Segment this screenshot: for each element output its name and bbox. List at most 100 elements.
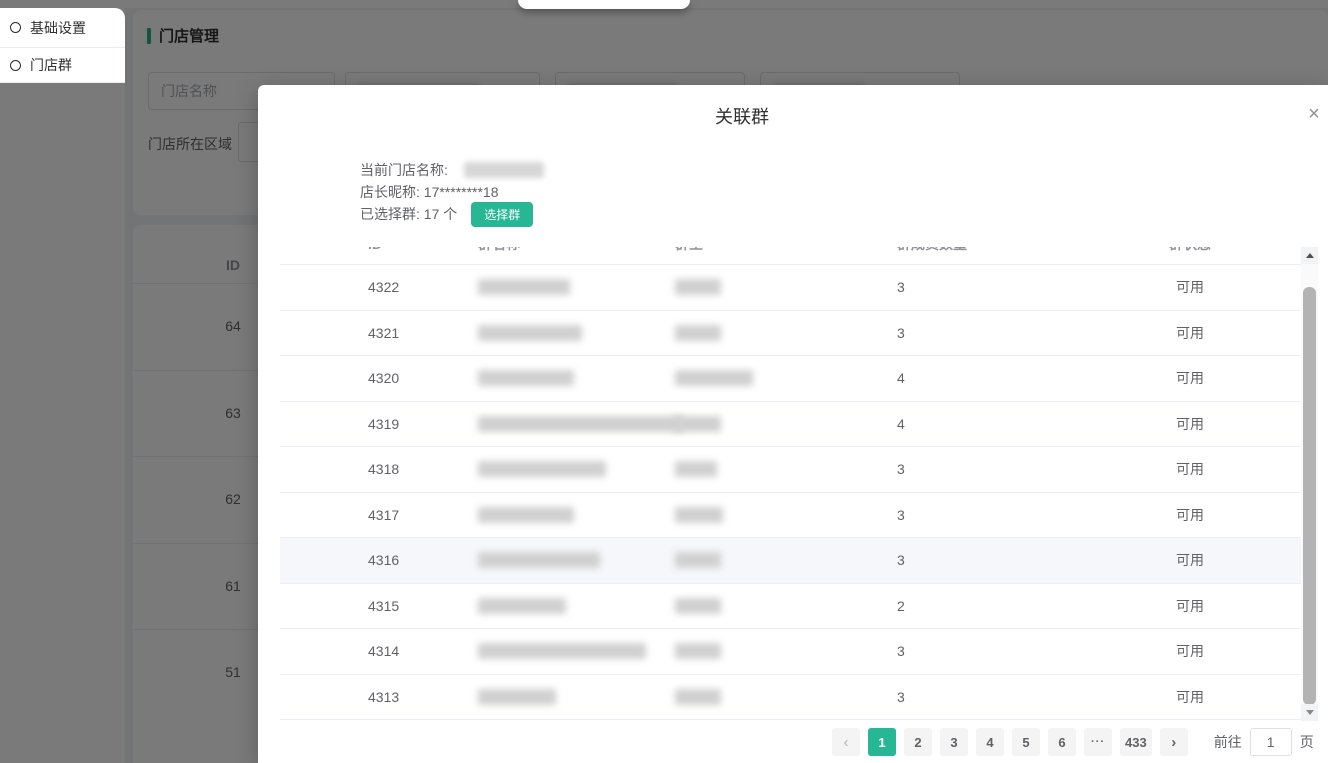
triangle-down-icon: [1305, 710, 1314, 715]
cell-group-id: 4317: [368, 506, 400, 523]
cell-status: 可用: [1176, 552, 1204, 569]
blurred-group-owner: [675, 370, 753, 387]
radio-circle-icon: [10, 59, 21, 71]
page-button-1[interactable]: 1: [868, 728, 896, 756]
blurred-group-name: [478, 370, 574, 387]
scroll-down-button[interactable]: [1301, 704, 1318, 721]
blurred-group-name: [478, 461, 606, 478]
cell-group-id: 4318: [368, 461, 400, 478]
group-table-row[interactable]: 4319 4 可用: [280, 402, 1301, 447]
table-scrollbar[interactable]: [1301, 247, 1318, 721]
blurred-group-name: [478, 552, 600, 569]
group-table-row[interactable]: 4317 3 可用: [280, 493, 1301, 538]
cell-group-id: 4313: [368, 688, 400, 705]
group-table-header-clipped: ID 群名称 群主 群成员数量 群状态: [280, 247, 1301, 265]
scrollbar-thumb[interactable]: [1303, 287, 1316, 705]
cell-group-id: 4315: [368, 597, 400, 614]
header-id: ID: [368, 247, 382, 251]
cell-group-id: 4322: [368, 279, 400, 296]
selected-groups-label: 已选择群: 17 个: [360, 206, 458, 222]
close-icon[interactable]: ×: [1301, 101, 1327, 127]
cell-member-count: 3: [897, 643, 905, 660]
cell-member-count: 4: [897, 415, 905, 432]
selected-groups-line: 已选择群: 17 个 选择群: [360, 201, 544, 227]
manager-nickname-label: 店长昵称: 17********18: [360, 184, 499, 200]
page-button-4[interactable]: 4: [976, 728, 1004, 756]
blurred-group-name: [478, 688, 556, 705]
more-pages-button[interactable]: ···: [1084, 728, 1112, 756]
blurred-group-owner: [675, 461, 717, 478]
cell-group-id: 4314: [368, 643, 400, 660]
cell-status: 可用: [1176, 279, 1204, 296]
page-button-2[interactable]: 2: [904, 728, 932, 756]
cell-status: 可用: [1176, 597, 1204, 614]
cell-status: 可用: [1176, 506, 1204, 523]
cell-status: 可用: [1176, 324, 1204, 341]
blurred-group-owner: [675, 506, 723, 523]
group-table-row[interactable]: 4318 3 可用: [280, 447, 1301, 493]
cell-group-id: 4320: [368, 370, 400, 387]
blurred-store-name: [463, 162, 544, 178]
group-table-row[interactable]: 4320 4 可用: [280, 356, 1301, 402]
select-group-button[interactable]: 选择群: [471, 201, 534, 227]
page-button-6[interactable]: 6: [1048, 728, 1076, 756]
page-button-3[interactable]: 3: [940, 728, 968, 756]
sidebar-item-store-group[interactable]: 门店群: [0, 48, 125, 83]
header-status: 群状态: [1140, 247, 1240, 251]
cell-group-id: 4319: [368, 415, 400, 432]
blurred-group-owner: [675, 597, 721, 614]
header-owner: 群主: [675, 247, 703, 251]
blurred-group-owner: [675, 324, 721, 341]
cell-member-count: 3: [897, 688, 905, 705]
blurred-group-name: [478, 643, 646, 660]
group-table-row[interactable]: 4315 2 可用: [280, 584, 1301, 629]
cell-member-count: 3: [897, 506, 905, 523]
goto-page: 前往 页: [1214, 728, 1314, 756]
header-name: 群名称: [478, 247, 520, 251]
goto-page-input[interactable]: [1249, 728, 1292, 756]
cell-status: 可用: [1176, 461, 1204, 478]
triangle-up-icon: [1305, 253, 1314, 258]
prev-page-button[interactable]: ‹: [832, 728, 860, 756]
scroll-up-button[interactable]: [1301, 247, 1318, 264]
radio-circle-icon: [10, 22, 21, 33]
cell-status: 可用: [1176, 643, 1204, 660]
sidebar-item-label: 基础设置: [30, 19, 86, 36]
blurred-group-name: [478, 415, 683, 432]
cell-member-count: 3: [897, 461, 905, 478]
cell-member-count: 3: [897, 279, 905, 296]
next-page-button[interactable]: ›: [1159, 728, 1188, 756]
blurred-group-owner: [675, 415, 721, 432]
blurred-group-name: [478, 506, 574, 523]
page-button-433[interactable]: 433: [1120, 728, 1152, 756]
blurred-group-name: [478, 279, 570, 296]
dialog-info-block: 当前门店名称: 店长昵称: 17********18 已选择群: 17 个 选择…: [360, 159, 544, 227]
group-table-row[interactable]: 4322 3 可用: [280, 265, 1301, 311]
page-unit-label: 页: [1299, 734, 1314, 750]
sidebar-menu: 基础设置 门店群: [0, 8, 125, 83]
blurred-group-owner: [675, 688, 721, 705]
blurred-group-owner: [675, 279, 721, 296]
cell-status: 可用: [1176, 370, 1204, 387]
current-store-label: 当前门店名称:: [360, 162, 448, 178]
dialog-title: 关联群: [715, 107, 769, 127]
page-button-5[interactable]: 5: [1012, 728, 1040, 756]
group-table-row[interactable]: 4314 3 可用: [280, 629, 1301, 675]
cell-group-id: 4316: [368, 552, 400, 569]
cell-member-count: 4: [897, 370, 905, 387]
cell-member-count: 3: [897, 324, 905, 341]
blurred-group-name: [478, 597, 566, 614]
cell-member-count: 3: [897, 552, 905, 569]
associated-group-dialog: 关联群 × 当前门店名称: 店长昵称: 17********18 已选择群: 1…: [258, 85, 1328, 763]
pagination: ‹ 123456 ··· 433› 前往 页: [832, 728, 1314, 756]
current-store-line: 当前门店名称:: [360, 159, 544, 181]
group-table-row[interactable]: 4316 3 可用: [280, 538, 1301, 584]
cell-group-id: 4321: [368, 324, 400, 341]
blurred-group-owner: [675, 643, 721, 660]
group-table: ID 群名称 群主 群成员数量 群状态 4322 3 可用 4321 3 可用 4320 4 可…: [280, 247, 1318, 728]
sidebar-item-basic-settings[interactable]: 基础设置: [0, 8, 125, 48]
header-members: 群成员数量: [897, 247, 967, 251]
group-table-row[interactable]: 4313 3 可用: [280, 675, 1301, 720]
group-table-row[interactable]: 4321 3 可用: [280, 311, 1301, 356]
blurred-group-name: [478, 324, 582, 341]
